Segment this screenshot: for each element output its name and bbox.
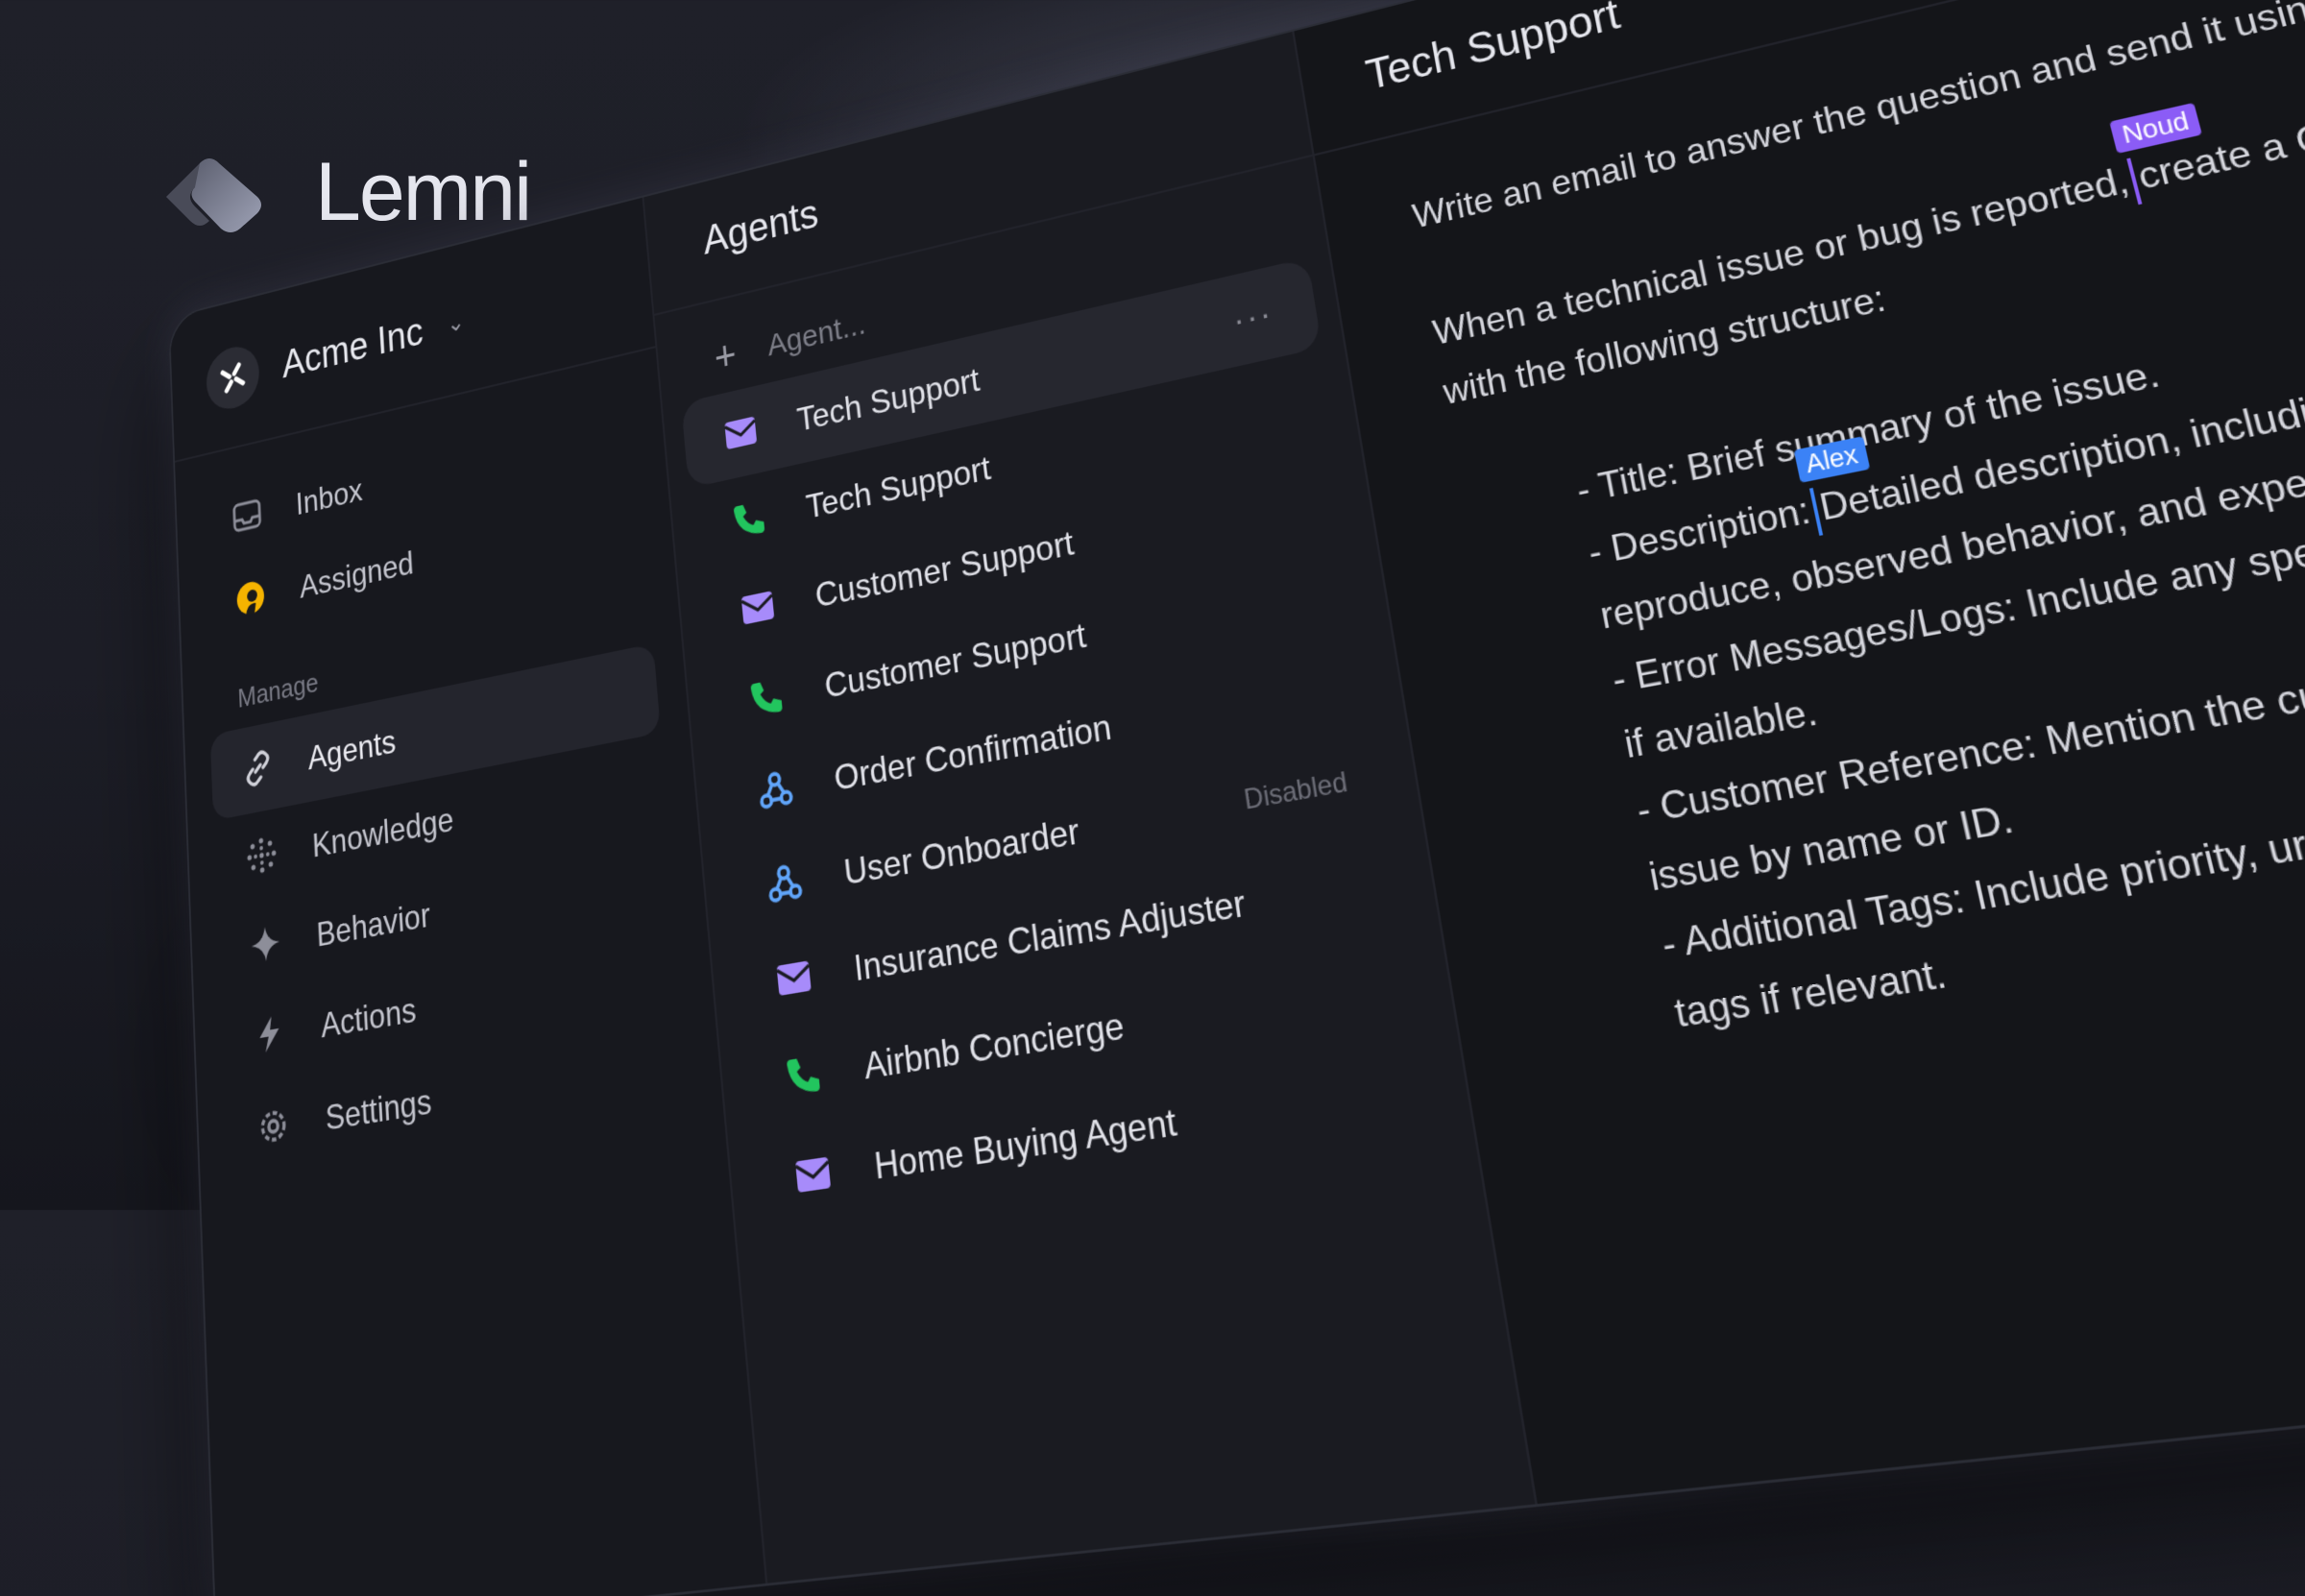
dots-circle-icon	[243, 832, 279, 880]
sidebar-item-label: Actions	[320, 988, 418, 1045]
phone-icon	[728, 495, 770, 544]
agent-name: Airbnb Concierge	[861, 1003, 1127, 1087]
phone-icon	[781, 1049, 826, 1101]
sidebar-item-label: Assigned	[299, 543, 415, 605]
editor-title: Tech Support	[1362, 0, 1624, 99]
add-agent-placeholder: Agent...	[765, 306, 867, 363]
agent-name: Home Buying Agent	[872, 1099, 1179, 1187]
workspace-name: Acme Inc	[280, 309, 425, 386]
sidebar-item-label: Behavior	[315, 894, 431, 954]
app-window: Acme Inc ⌄ Inbox Assigned Manage Agents …	[168, 0, 2305, 1596]
avatar	[232, 574, 268, 621]
email-icon	[720, 408, 762, 457]
chevron-down-icon: ⌄	[446, 307, 466, 338]
agent-name: User Onboarder	[841, 809, 1082, 892]
sidebar-item-label: Agents	[306, 721, 397, 777]
email-icon	[737, 583, 779, 633]
prompt-editor[interactable]: Write an email to answer the question an…	[1315, 0, 2305, 1143]
link-icon	[240, 744, 277, 792]
sidebar-item-label: Inbox	[295, 471, 364, 522]
gear-icon	[255, 1101, 292, 1151]
bolt-icon	[251, 1009, 288, 1058]
more-options-icon[interactable]: ···	[1230, 292, 1276, 340]
webhook-icon	[754, 763, 797, 815]
plus-icon: +	[712, 331, 739, 381]
sidebar-item-label: Knowledge	[311, 799, 455, 864]
inbox-icon	[230, 493, 265, 540]
status-badge: Disabled	[1242, 765, 1350, 816]
email-icon	[772, 952, 816, 1004]
agent-name: Tech Support	[794, 359, 982, 439]
email-icon	[790, 1148, 836, 1201]
sparkle-icon	[247, 920, 283, 969]
agent-name: Tech Support	[804, 447, 993, 526]
sidebar-item-label: Settings	[324, 1079, 433, 1138]
workspace-logo	[205, 341, 261, 415]
webhook-icon	[763, 857, 807, 908]
phone-icon	[745, 672, 789, 723]
